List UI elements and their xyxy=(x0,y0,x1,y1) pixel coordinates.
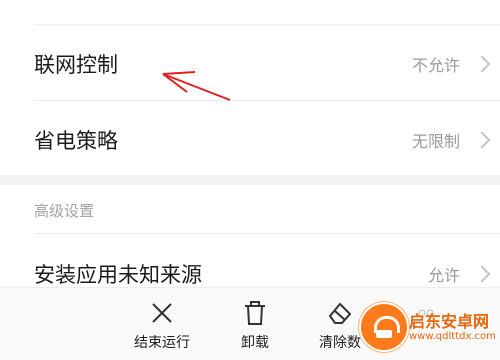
uninstall-button[interactable]: 卸载 xyxy=(215,296,295,352)
stop-running-button[interactable]: 结束运行 xyxy=(122,296,202,352)
bottom-action-bar: 结束运行 卸载 清除数 启东安卓网 www.qdlttdx.com xyxy=(0,287,500,360)
watermark-name: 启东安卓网 xyxy=(409,312,490,331)
network-control-title: 联网控制 xyxy=(34,53,118,77)
power-strategy-title: 省电策略 xyxy=(34,129,118,153)
install-unknown-sources-title: 安装应用未知来源 xyxy=(34,263,202,287)
chevron-right-icon xyxy=(473,265,491,283)
network-control-row[interactable]: 联网控制 不允许 xyxy=(0,25,500,100)
uninstall-label: 卸载 xyxy=(241,335,269,351)
network-control-value: 不允许 xyxy=(411,56,460,75)
power-strategy-value: 无限制 xyxy=(411,132,460,151)
trash-icon xyxy=(215,296,295,330)
section-title-advanced: 高级设置 xyxy=(34,202,95,220)
stop-running-label: 结束运行 xyxy=(134,335,190,351)
watermark-url: www.qdlttdx.com xyxy=(409,331,496,342)
install-unknown-sources-row[interactable]: 安装应用未知来源 允许 xyxy=(0,234,500,294)
section-gap xyxy=(0,175,500,185)
close-icon xyxy=(122,296,202,330)
install-unknown-sources-value: 允许 xyxy=(427,266,460,285)
power-strategy-row[interactable]: 省电策略 无限制 xyxy=(0,101,500,175)
watermark-logo: 启东安卓网 www.qdlttdx.com xyxy=(359,302,496,352)
chevron-right-icon xyxy=(473,131,491,149)
watermark-badge-icon xyxy=(359,302,409,352)
chevron-right-icon xyxy=(473,55,491,73)
